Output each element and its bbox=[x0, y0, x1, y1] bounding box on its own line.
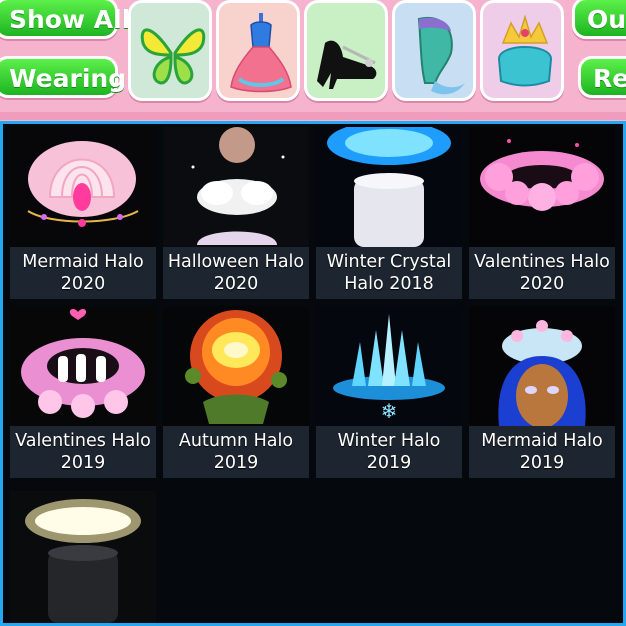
top-toolbar: Show All Wearing Ou Re bbox=[0, 0, 626, 120]
heels-icon bbox=[317, 40, 377, 89]
category-shoes[interactable] bbox=[304, 0, 388, 101]
wearing-button[interactable]: Wearing bbox=[0, 56, 126, 98]
category-wings[interactable] bbox=[128, 0, 212, 101]
crown-icon bbox=[497, 14, 553, 87]
autumn-halo-icon bbox=[163, 306, 309, 426]
toolbar-divider bbox=[0, 112, 626, 120]
reset-button[interactable]: Re bbox=[578, 56, 626, 98]
category-accessories[interactable] bbox=[480, 0, 564, 101]
show-all-button[interactable]: Show All bbox=[0, 0, 130, 39]
item-label: Mermaid Halo 2019 bbox=[469, 426, 615, 478]
item-halloween-halo-2020[interactable]: Halloween Halo 2020 bbox=[163, 127, 309, 299]
item-winter-halo-2019[interactable]: ❄ Winter Halo 2019 bbox=[316, 306, 462, 478]
svg-text:❄: ❄ bbox=[381, 399, 398, 423]
glowing-halo-icon bbox=[10, 491, 156, 623]
category-dresses[interactable] bbox=[216, 0, 300, 101]
winter-crystal-halo-icon bbox=[316, 127, 462, 247]
dress-icon bbox=[230, 13, 292, 93]
item-glowing-halo[interactable] bbox=[10, 491, 156, 623]
category-tails[interactable] bbox=[392, 0, 476, 101]
item-label: Valentines Halo 2020 bbox=[469, 247, 615, 299]
item-autumn-halo-2019[interactable]: Autumn Halo 2019 bbox=[163, 306, 309, 478]
items-grid-panel: Mermaid Halo 2020 Halloween Halo 2020 Wi… bbox=[0, 121, 626, 626]
item-mermaid-halo-2020[interactable]: Mermaid Halo 2020 bbox=[10, 127, 156, 299]
mermaid-halo-2019-icon bbox=[469, 306, 615, 426]
halloween-halo-2020-icon bbox=[163, 127, 309, 247]
item-mermaid-halo-2019[interactable]: Mermaid Halo 2019 bbox=[469, 306, 615, 478]
item-label: Mermaid Halo 2020 bbox=[10, 247, 156, 299]
winter-halo-icon: ❄ bbox=[316, 306, 462, 426]
item-label: Winter Halo 2019 bbox=[316, 426, 462, 478]
item-label: Valentines Halo 2019 bbox=[10, 426, 156, 478]
valentines-halo-2020-icon bbox=[469, 127, 615, 247]
item-label: Halloween Halo 2020 bbox=[163, 247, 309, 299]
wings-icon bbox=[140, 28, 206, 85]
valentines-halo-2019-icon bbox=[10, 306, 156, 426]
item-label: Winter Crystal Halo 2018 bbox=[316, 247, 462, 299]
item-valentines-halo-2019[interactable]: Valentines Halo 2019 bbox=[10, 306, 156, 478]
mermaid-halo-2020-icon bbox=[10, 127, 156, 247]
item-winter-crystal-halo-2018[interactable]: Winter Crystal Halo 2018 bbox=[316, 127, 462, 299]
outfits-button[interactable]: Out bbox=[572, 0, 626, 39]
item-valentines-halo-2020[interactable]: Valentines Halo 2020 bbox=[469, 127, 615, 299]
item-label: Autumn Halo 2019 bbox=[163, 426, 309, 478]
mermaid-tail-icon bbox=[417, 16, 465, 95]
